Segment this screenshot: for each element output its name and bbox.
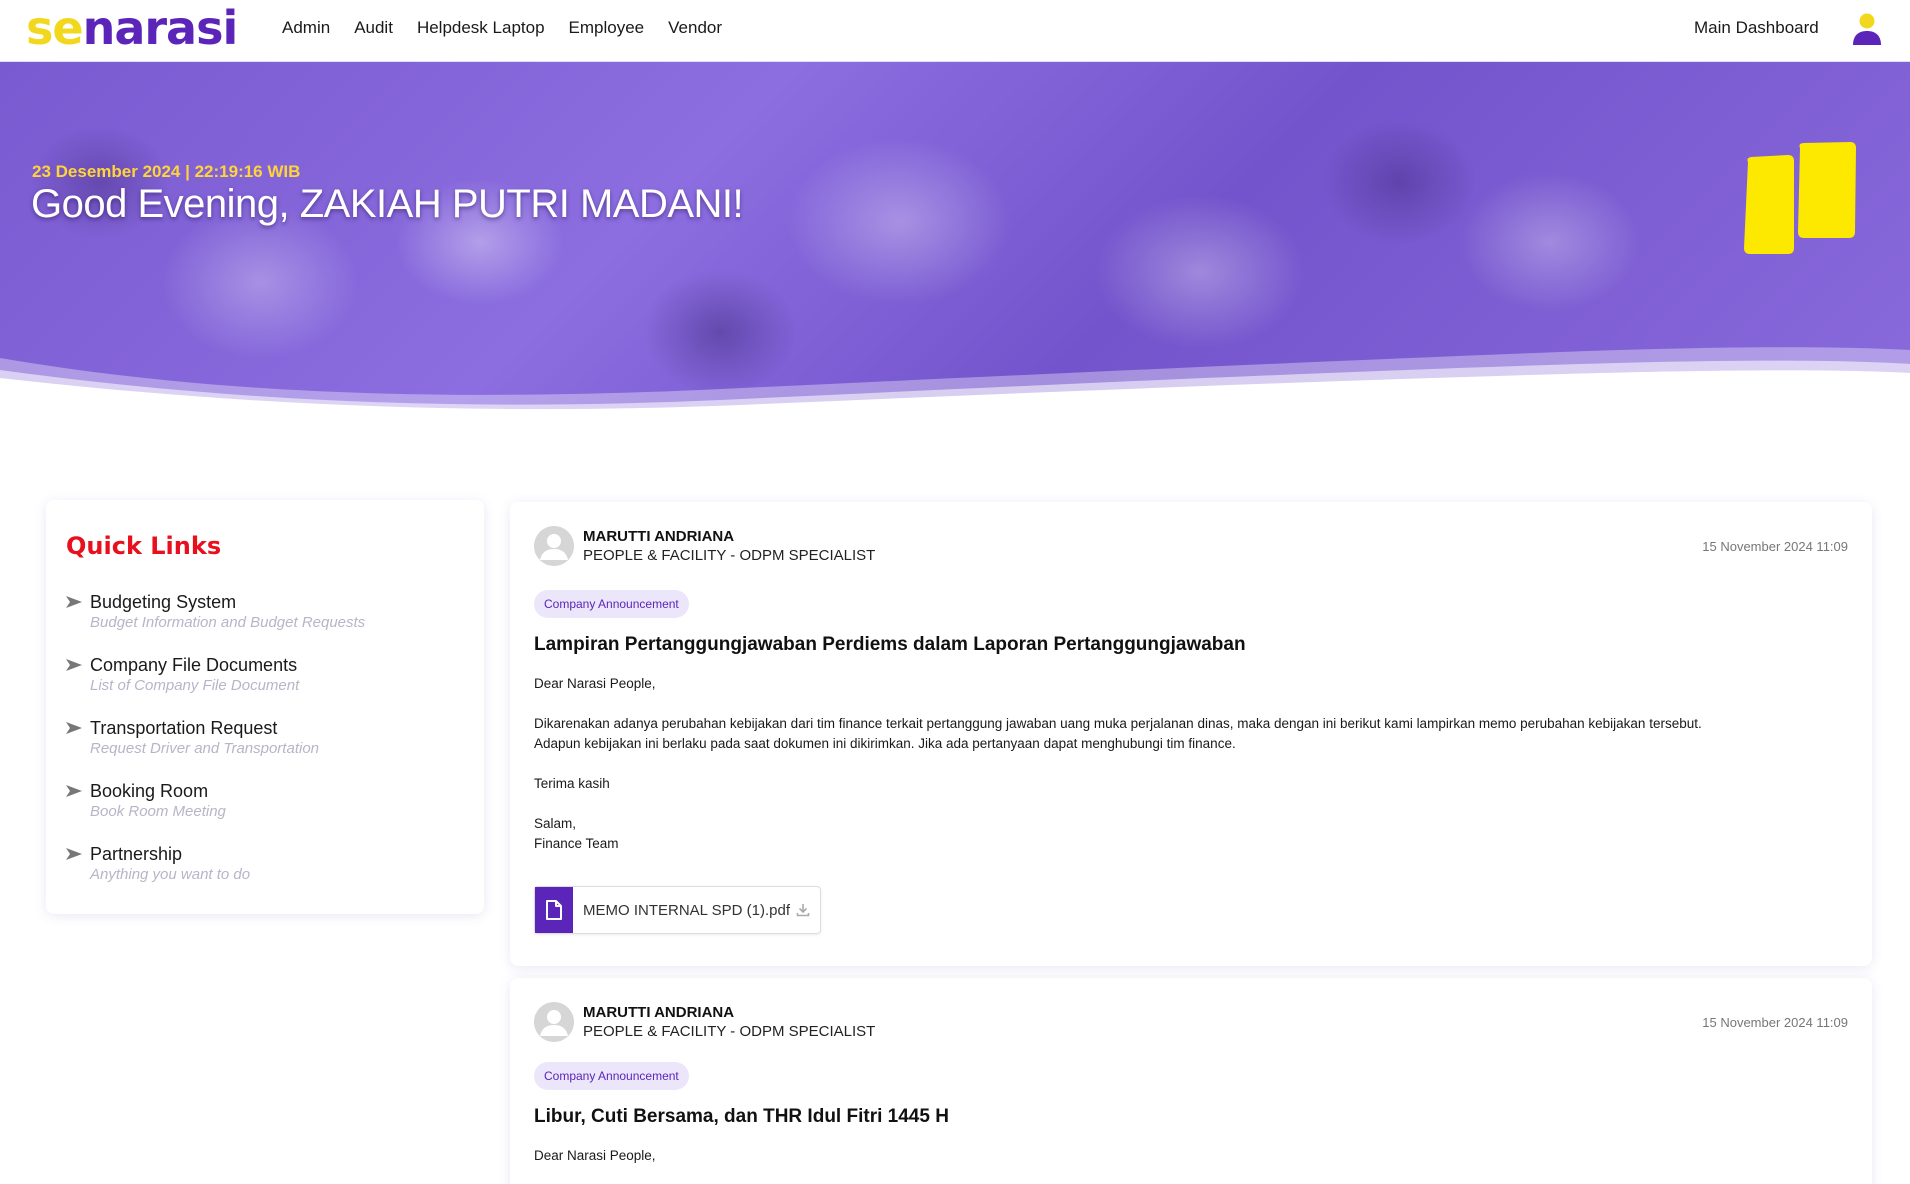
quick-link-transportation-request[interactable]: Transportation Request Request Driver an…: [66, 718, 466, 768]
post-title: Libur, Cuti Bersama, dan THR Idul Fitri …: [534, 1106, 949, 1127]
post-thanks: Terima kasih: [534, 776, 610, 791]
quick-link-name: Company File Documents: [90, 655, 298, 675]
post-timestamp: 15 November 2024 11:09: [1702, 1015, 1848, 1030]
chevron-right-icon: [66, 596, 82, 608]
hero-wave-shape: [0, 347, 1910, 432]
logo-narasi-text: narasi: [82, 1, 239, 55]
nav-vendor[interactable]: Vendor: [668, 18, 722, 38]
document-icon: [535, 887, 573, 933]
chevron-right-icon: [66, 785, 82, 797]
post-category-badge: Company Announcement: [534, 590, 689, 618]
nav-audit[interactable]: Audit: [354, 18, 393, 38]
nav-employee[interactable]: Employee: [569, 18, 645, 38]
post-title: Lampiran Pertanggungjawaban Perdiems dal…: [534, 634, 1246, 655]
post-timestamp: 15 November 2024 11:09: [1702, 539, 1848, 554]
post-author-dept: PEOPLE & FACILITY - ODPM SPECIALIST: [583, 1023, 876, 1040]
quick-link-desc: Book Room Meeting: [90, 803, 226, 820]
quick-link-name: Booking Room: [90, 781, 209, 801]
avatar[interactable]: [534, 526, 574, 566]
default-avatar-icon: [534, 1002, 574, 1042]
announcement-post: MARUTTI ANDRIANA PEOPLE & FACILITY - ODP…: [510, 978, 1872, 1184]
post-author: MARUTTI ANDRIANA: [583, 528, 735, 545]
main-nav: Admin Audit Helpdesk Laptop Employee Ven…: [282, 18, 746, 38]
post-paragraph: Dikarenakan adanya perubahan kebijakan d…: [534, 716, 1702, 731]
quick-link-booking-room[interactable]: Booking Room Book Room Meeting: [66, 781, 466, 831]
main-dashboard-link[interactable]: Main Dashboard: [1694, 18, 1819, 38]
avatar[interactable]: [534, 1002, 574, 1042]
senarasi-logo[interactable]: senarasi: [26, 1, 239, 55]
announcement-post: MARUTTI ANDRIANA PEOPLE & FACILITY - ODP…: [510, 502, 1872, 966]
nav-admin[interactable]: Admin: [282, 18, 330, 38]
user-icon[interactable]: [1852, 12, 1882, 46]
post-paragraph: Adapun kebijakan ini berlaku pada saat d…: [534, 736, 1236, 751]
nav-helpdesk-laptop[interactable]: Helpdesk Laptop: [417, 18, 545, 38]
download-icon[interactable]: [796, 903, 810, 917]
top-navbar: senarasi Admin Audit Helpdesk Laptop Emp…: [0, 0, 1910, 62]
quick-link-desc: Budget Information and Budget Requests: [90, 614, 366, 631]
logo-se-text: se: [26, 1, 84, 55]
quick-link-company-file-documents[interactable]: Company File Documents List of Company F…: [66, 655, 466, 705]
narasi-brand-mark-icon: [1744, 142, 1856, 254]
chevron-right-icon: [66, 659, 82, 671]
post-author: MARUTTI ANDRIANA: [583, 1004, 735, 1021]
post-category-badge: Company Announcement: [534, 1062, 689, 1090]
default-avatar-icon: [534, 526, 574, 566]
quick-links-title: Quick Links: [66, 532, 222, 560]
attachment-file[interactable]: MEMO INTERNAL SPD (1).pdf: [534, 886, 821, 934]
quick-link-partnership[interactable]: Partnership Anything you want to do: [66, 844, 466, 894]
chevron-right-icon: [66, 848, 82, 860]
greeting-heading: Good Evening, ZAKIAH PUTRI MADANI!: [31, 182, 744, 226]
post-body: Dear Narasi People,: [534, 1146, 1834, 1184]
post-greeting: Dear Narasi People,: [534, 676, 656, 691]
attachment-filename: MEMO INTERNAL SPD (1).pdf: [583, 901, 790, 919]
quick-link-name: Partnership: [90, 844, 183, 864]
quick-links-panel: Quick Links Budgeting System Budget Info…: [46, 500, 484, 914]
chevron-right-icon: [66, 722, 82, 734]
quick-link-budgeting-system[interactable]: Budgeting System Budget Information and …: [66, 592, 466, 642]
current-datetime: 23 Desember 2024 | 22:19:16 WIB: [32, 162, 301, 181]
post-greeting: Dear Narasi People,: [534, 1148, 656, 1163]
post-author-dept: PEOPLE & FACILITY - ODPM SPECIALIST: [583, 547, 876, 564]
post-signature: Finance Team: [534, 836, 619, 851]
quick-link-desc: List of Company File Document: [90, 677, 300, 694]
post-body: Dear Narasi People, Dikarenakan adanya p…: [534, 674, 1834, 854]
hero-banner: 23 Desember 2024 | 22:19:16 WIB Good Eve…: [0, 62, 1910, 432]
attachment-label: MEMO INTERNAL SPD (1).pdf: [573, 887, 820, 933]
quick-link-desc: Request Driver and Transportation: [90, 740, 319, 757]
quick-link-name: Budgeting System: [90, 592, 237, 612]
post-salutation: Salam,: [534, 816, 577, 831]
quick-link-desc: Anything you want to do: [90, 866, 251, 883]
quick-link-name: Transportation Request: [90, 718, 278, 738]
